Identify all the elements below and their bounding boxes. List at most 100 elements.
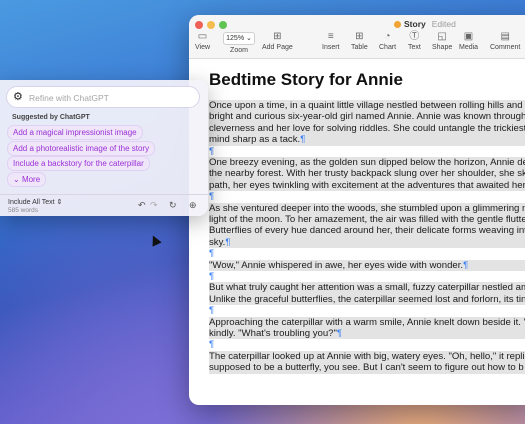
text-line: Butterflies of every hue danced around h… (209, 225, 525, 237)
text-line: One breezy evening, as the golden sun di… (209, 157, 525, 169)
text-line: mind sharp as a tack.¶ (209, 134, 525, 146)
text-line: Once upon a time, in a quaint little vil… (209, 100, 525, 112)
pilcrow-icon: ¶ (209, 191, 215, 203)
pilcrow-icon: ¶ (209, 305, 215, 317)
empty-paragraph: ¶ (209, 146, 525, 157)
empty-paragraph: ¶ (209, 191, 525, 202)
zoom-control[interactable]: 125% ⌄ Zoom (223, 32, 255, 54)
insert-button[interactable]: ≡ Insert (322, 31, 340, 52)
pilcrow-icon: ¶ (209, 248, 215, 260)
edited-status: Edited (431, 19, 456, 29)
suggestion-chip-photorealistic[interactable]: Add a photorealistic image of the story (7, 141, 156, 156)
text-line: kindly. "What's troubling you?"¶ (209, 328, 525, 340)
redo-icon[interactable]: ↷ (150, 200, 158, 211)
media-label: Media (459, 44, 479, 51)
text-box-icon: Ⓣ (409, 31, 420, 42)
writing-tools-panel: ⚙ Refine with ChatGPT Suggested by ChatG… (0, 80, 208, 216)
table-icon: ⊞ (355, 31, 364, 42)
zoom-value[interactable]: 125% ⌄ (223, 32, 255, 45)
text-line: bright and curious six-year-old girl nam… (209, 111, 525, 123)
chatgpt-icon: ⚙ (13, 91, 23, 103)
add-page-label: Add Page (262, 44, 293, 51)
paragraph[interactable]: As she ventured deeper into the woods, s… (209, 202, 525, 249)
pilcrow-icon: ¶ (336, 328, 343, 340)
maximize-window-button[interactable] (219, 21, 227, 29)
comment-button[interactable]: ▤ Comment (490, 31, 521, 52)
refresh-icon[interactable]: ↻ (169, 200, 177, 211)
paragraph[interactable]: But what truly caught her attention was … (209, 282, 525, 306)
minimize-window-button[interactable] (207, 21, 215, 29)
document-body[interactable]: Bedtime Story for Annie Once upon a time… (209, 70, 525, 405)
paragraph[interactable]: One breezy evening, as the golden sun di… (209, 157, 525, 192)
pilcrow-icon: ¶ (209, 145, 215, 157)
sidebar-icon: ▭ (197, 31, 208, 42)
add-page-button[interactable]: ⊞ Add Page (262, 31, 293, 52)
pilcrow-icon: ¶ (209, 271, 215, 283)
refine-input[interactable]: ⚙ Refine with ChatGPT (6, 86, 200, 108)
text-line: cleverness and her love for solving ridd… (209, 122, 525, 135)
text-line: the nearby forest. With her trusty backp… (209, 168, 525, 180)
insert-label: Insert (322, 44, 340, 51)
text-line: As she ventured deeper into the woods, s… (209, 202, 525, 215)
document-heading[interactable]: Bedtime Story for Annie (209, 70, 525, 90)
shape-icon: ◱ (437, 31, 447, 42)
word-count: 585 words (8, 207, 38, 214)
divider (0, 194, 208, 195)
toolbar: ▭ View 125% ⌄ Zoom ⊞ Add Page ≡ Insert ⊞… (189, 32, 525, 59)
suggestion-chip-impressionist[interactable]: Add a magical impressionist image (7, 125, 143, 140)
comment-label: Comment (490, 44, 521, 51)
scope-selector[interactable]: Include All Text ⇕ (8, 198, 62, 206)
suggested-title: Suggested by ChatGPT (12, 114, 90, 121)
shape-button[interactable]: ◱ Shape (432, 31, 453, 52)
table-button[interactable]: ⊞ Table (351, 31, 368, 52)
chevron-down-icon: ⌄ (13, 175, 22, 184)
mouse-pointer-icon (148, 233, 162, 247)
text-line: "Wow," Annie whispered in awe, her eyes … (209, 259, 525, 272)
paragraph[interactable]: The caterpillar looked up at Annie with … (209, 350, 525, 374)
text-line: light of the moon. To her amazement, the… (209, 214, 525, 226)
text-line: Unlike the graceful butterflies, the cat… (209, 293, 525, 306)
paragraph[interactable]: "Wow," Annie whispered in awe, her eyes … (209, 259, 525, 272)
comment-icon: ▤ (500, 31, 510, 42)
text-label: Text (408, 44, 421, 51)
add-page-icon: ⊞ (273, 31, 282, 42)
chart-label: Chart (379, 44, 397, 51)
chart-button[interactable]: ◔ Chart (379, 31, 397, 52)
pages-document-icon (394, 21, 401, 28)
pages-window: Story Edited ▭ View 125% ⌄ Zoom ⊞ Add Pag… (189, 15, 525, 405)
empty-paragraph: ¶ (209, 305, 525, 316)
media-icon: ▣ (463, 31, 474, 42)
text-line: But what truly caught her attention was … (209, 282, 525, 294)
table-label: Table (351, 44, 368, 51)
pilcrow-icon: ¶ (463, 259, 469, 271)
pilcrow-icon: ¶ (225, 236, 231, 248)
shape-label: Shape (432, 44, 453, 51)
add-icon[interactable]: ⊕ (189, 200, 197, 211)
suggestion-chip-backstory[interactable]: Include a backstory for the caterpillar (7, 156, 150, 171)
more-button[interactable]: ⌄ More (7, 172, 47, 187)
insert-icon: ≡ (327, 31, 334, 42)
empty-paragraph: ¶ (209, 339, 525, 350)
paragraph-container[interactable]: Once upon a time, in a quaint little vil… (209, 100, 525, 374)
text-line: supposed to be a butterfly, you see. But… (209, 362, 525, 374)
zoom-label: Zoom (230, 47, 248, 54)
text-line: Approaching the caterpillar with a warm … (209, 316, 525, 329)
pilcrow-icon: ¶ (209, 339, 215, 351)
paragraph[interactable]: Approaching the caterpillar with a warm … (209, 316, 525, 340)
empty-paragraph: ¶ (209, 271, 525, 282)
chart-icon: ◔ (384, 31, 391, 42)
text-button[interactable]: Ⓣ Text (408, 31, 421, 52)
empty-paragraph: ¶ (209, 248, 525, 259)
text-line: sky.¶ (209, 236, 525, 249)
title-bar: Story Edited (189, 15, 525, 32)
pilcrow-icon: ¶ (300, 134, 306, 146)
paragraph[interactable]: Once upon a time, in a quaint little vil… (209, 100, 525, 146)
media-button[interactable]: ▣ Media (459, 31, 479, 52)
document-title: Story Edited (394, 19, 456, 29)
refine-placeholder: Refine with ChatGPT (29, 93, 109, 103)
text-line: path, her eyes twinkling with excitement… (209, 179, 525, 192)
close-window-button[interactable] (195, 21, 203, 29)
view-label: View (195, 44, 211, 51)
view-button[interactable]: ▭ View (195, 31, 211, 52)
undo-icon[interactable]: ↶ (138, 200, 146, 211)
